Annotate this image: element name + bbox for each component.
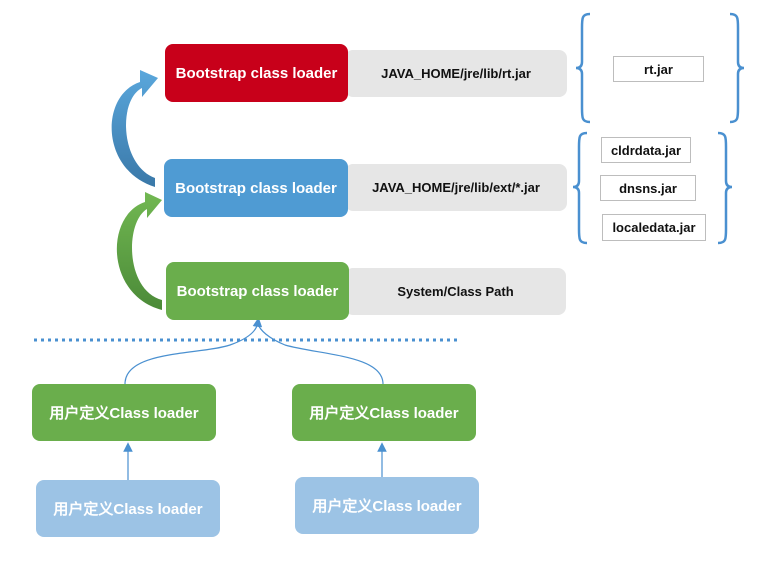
user-loader-parent-left: 用户定义Class loader xyxy=(32,384,216,441)
jar-rt: rt.jar xyxy=(613,56,704,82)
curved-arrow-blue xyxy=(111,70,158,187)
connector-left xyxy=(124,317,263,385)
brace-top-right xyxy=(729,12,745,124)
system-loader-box: Bootstrap class loader xyxy=(166,262,349,320)
extension-path: JAVA_HOME/jre/lib/ext/*.jar xyxy=(345,164,567,211)
jar-dnsns: dnsns.jar xyxy=(600,175,696,201)
bootstrap-loader-box: Bootstrap class loader xyxy=(165,44,348,102)
brace-ext-left xyxy=(572,131,588,245)
extension-loader-box: Bootstrap class loader xyxy=(164,159,348,217)
bootstrap-path: JAVA_HOME/jre/lib/rt.jar xyxy=(345,50,567,97)
jar-localedata: localedata.jar xyxy=(602,214,706,241)
connector-right xyxy=(257,323,384,385)
class-loader-diagram: Bootstrap class loader JAVA_HOME/jre/lib… xyxy=(0,0,765,575)
jar-cldrdata: cldrdata.jar xyxy=(601,137,691,163)
user-loader-child-left: 用户定义Class loader xyxy=(36,480,220,537)
user-loader-parent-right: 用户定义Class loader xyxy=(292,384,476,441)
user-loader-child-right: 用户定义Class loader xyxy=(295,477,479,534)
curved-arrow-green xyxy=(116,192,162,310)
brace-ext-right xyxy=(717,131,733,245)
brace-top-left xyxy=(575,12,591,124)
system-path: System/Class Path xyxy=(345,268,566,315)
